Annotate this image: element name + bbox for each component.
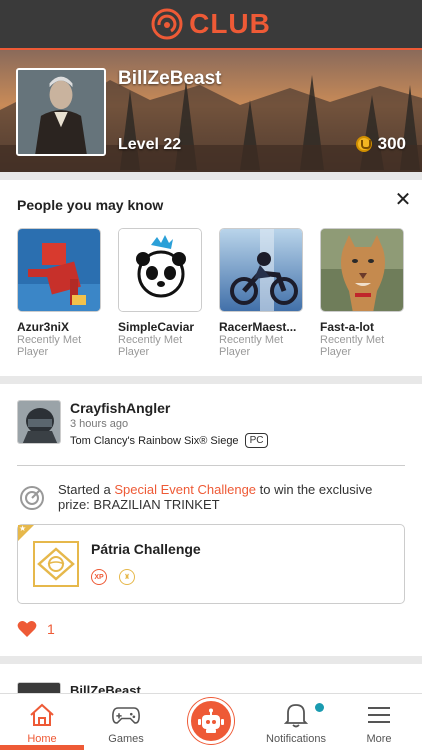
activity-prefix: Started a — [58, 482, 115, 497]
ubisoft-logo-icon — [151, 8, 183, 40]
robot-icon — [198, 708, 224, 733]
challenge-title: Pátria Challenge — [91, 541, 201, 557]
home-icon — [28, 702, 56, 728]
nav-games-label: Games — [108, 733, 144, 745]
nav-more-label: More — [366, 733, 392, 745]
profile-username: BillZeBeast — [118, 68, 222, 89]
menu-icon — [365, 702, 393, 728]
nav-more[interactable]: More — [356, 694, 402, 750]
divider — [17, 465, 405, 466]
poster-avatar[interactable] — [17, 400, 61, 444]
profile-banner[interactable]: BillZeBeast Level 22 300 — [0, 48, 422, 172]
nav-home[interactable]: Home — [16, 694, 68, 750]
robot-assistant-button[interactable] — [188, 698, 234, 744]
person-name: Azur3niX — [17, 320, 70, 334]
person-avatar — [219, 228, 303, 312]
nav-notifications-label: Notifications — [266, 733, 326, 745]
bell-icon — [282, 702, 310, 728]
heart-icon — [17, 621, 37, 637]
person-avatar — [118, 228, 202, 312]
platform-badge: PC — [244, 433, 269, 448]
person-name: Fast-a-lot — [320, 320, 374, 334]
units-value: 300 — [377, 134, 406, 153]
person-subtitle: Recently Met Player — [219, 334, 284, 358]
close-icon[interactable]: ✕ — [392, 188, 414, 211]
post-timestamp: 3 hours ago — [70, 418, 129, 430]
challenge-card[interactable]: ★ Pátria Challenge XP ♜ — [17, 524, 405, 604]
notification-badge — [315, 703, 324, 712]
active-tab-indicator — [0, 745, 84, 750]
post-game: Tom Clancy's Rainbow Six® Siege PC — [70, 433, 269, 448]
person-card[interactable]: SimpleCaviar Recently Met Player — [118, 228, 202, 358]
nav-notifications[interactable]: Notifications — [256, 694, 336, 750]
person-name: SimpleCaviar — [118, 320, 195, 334]
special-event-challenge-link[interactable]: Special Event Challenge — [114, 482, 256, 497]
person-subtitle: Recently Met Player — [320, 334, 385, 358]
person-avatar — [17, 228, 101, 312]
brand-title: CLUB — [189, 8, 271, 39]
person-card[interactable]: Azur3niX Recently Met Player — [17, 228, 101, 358]
person-card[interactable]: Fast-a-lot Recently Met Player — [320, 228, 404, 358]
section-title: People you may know — [17, 197, 164, 213]
people-list: Azur3niX Recently Met Player SimpleCavia… — [17, 228, 404, 358]
profile-avatar[interactable] — [16, 68, 106, 156]
nav-games[interactable]: Games — [100, 694, 152, 750]
nav-home-label: Home — [27, 733, 57, 745]
top-bar: CLUB — [0, 0, 422, 48]
star-glyph: ★ — [19, 524, 27, 533]
like-button[interactable]: 1 — [17, 620, 55, 638]
person-subtitle: Recently Met Player — [118, 334, 183, 358]
trinket-reward-icon: ♜ — [119, 569, 135, 585]
xp-reward-icon: XP — [91, 569, 107, 585]
person-name: RacerMaest... — [219, 320, 297, 334]
person-avatar — [320, 228, 404, 312]
challenge-emblem-icon — [33, 541, 79, 587]
feed-card: CrayfishAngler 3 hours ago Tom Clancy's … — [0, 384, 422, 656]
like-count: 1 — [47, 621, 55, 637]
coin-icon — [355, 136, 372, 152]
poster-name[interactable]: CrayfishAngler — [70, 400, 170, 416]
people-you-may-know-section: People you may know ✕ Azur3niX Recently … — [0, 180, 422, 376]
profile-level: Level 22 — [118, 136, 182, 153]
club-logo: CLUB — [151, 8, 271, 40]
activity-description: Started a Special Event Challenge to win… — [58, 482, 398, 512]
game-title: Tom Clancy's Rainbow Six® Siege — [70, 434, 239, 447]
units-balance[interactable]: 300 — [355, 134, 406, 154]
person-card[interactable]: RacerMaest... Recently Met Player — [219, 228, 303, 358]
person-subtitle: Recently Met Player — [17, 334, 82, 358]
profile-avatar-image — [18, 70, 104, 154]
gamepad-icon — [112, 702, 140, 728]
target-icon — [20, 486, 44, 510]
